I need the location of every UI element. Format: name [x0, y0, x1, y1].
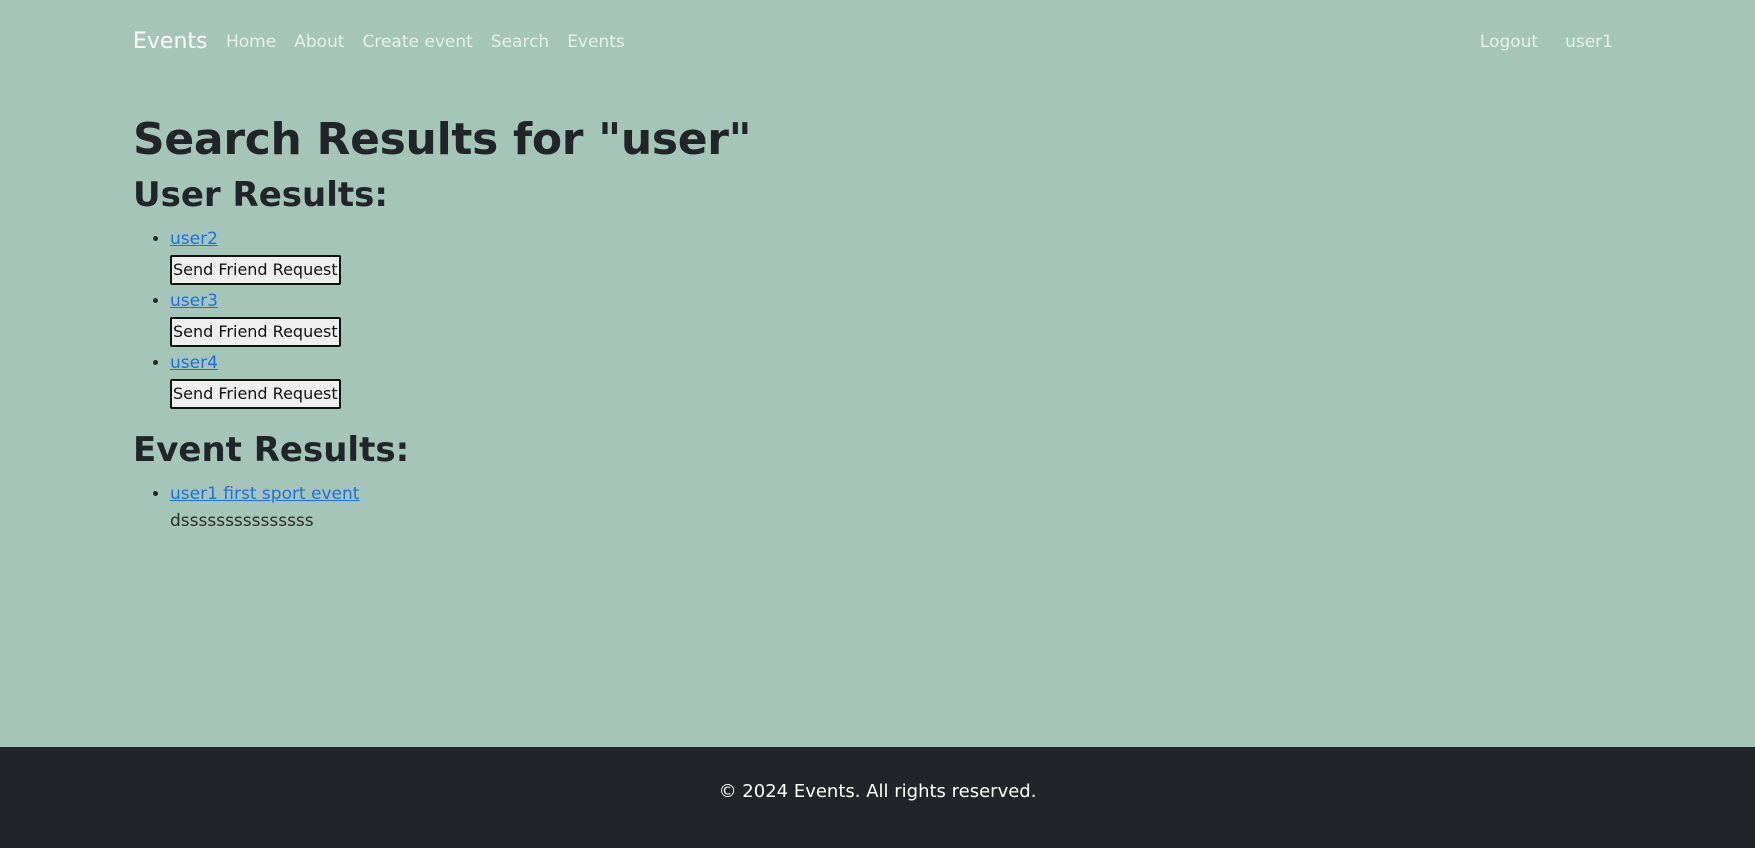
- user-link[interactable]: user4: [170, 353, 218, 373]
- footer-copyright: © 2024 Events. All rights reserved.: [718, 781, 1037, 802]
- list-item: user4 Send Friend Request: [170, 350, 1613, 409]
- list-item: user3 Send Friend Request: [170, 288, 1613, 347]
- send-friend-request-button[interactable]: Send Friend Request: [170, 255, 341, 285]
- list-item: user1 first sport event dsssssssssssssss: [170, 481, 1613, 535]
- nav-link-logout[interactable]: Logout: [1480, 28, 1538, 56]
- event-results-heading: Event Results:: [133, 430, 410, 470]
- footer: © 2024 Events. All rights reserved.: [0, 747, 1755, 848]
- nav-link-about[interactable]: About: [294, 28, 344, 56]
- user-link[interactable]: user3: [170, 291, 218, 311]
- page-title: Search Results for "user": [133, 114, 752, 165]
- main-content: Search Results for "user" User Results: …: [133, 108, 1613, 535]
- nav-link-profile[interactable]: user1: [1565, 28, 1613, 56]
- nav-link-home[interactable]: Home: [226, 28, 276, 56]
- user-results-heading: User Results:: [133, 175, 388, 215]
- list-item: user2 Send Friend Request: [170, 226, 1613, 285]
- user-results-list: user2 Send Friend Request user3 Send Fri…: [133, 226, 1613, 409]
- event-results-list: user1 first sport event dsssssssssssssss: [133, 481, 1613, 535]
- event-link[interactable]: user1 first sport event: [170, 484, 359, 504]
- nav-link-events[interactable]: Events: [567, 28, 625, 56]
- nav-link-create-event[interactable]: Create event: [362, 28, 472, 56]
- send-friend-request-button[interactable]: Send Friend Request: [170, 317, 341, 347]
- event-results-section: Event Results: user1 first sport event d…: [133, 427, 1613, 535]
- navbar: Events Home About Create event Search Ev…: [0, 0, 1755, 84]
- event-description: dsssssssssssssss: [170, 511, 314, 531]
- user-link[interactable]: user2: [170, 229, 218, 249]
- nav-link-search[interactable]: Search: [491, 28, 549, 56]
- page: Events Home About Create event Search Ev…: [0, 0, 1755, 848]
- nav-right-links: Logout user1: [1453, 28, 1613, 56]
- user-results-section: User Results: user2 Send Friend Request …: [133, 172, 1613, 409]
- nav-left-links: Home About Create event Search Events: [226, 28, 643, 56]
- send-friend-request-button[interactable]: Send Friend Request: [170, 379, 341, 409]
- brand-link[interactable]: Events: [133, 27, 208, 57]
